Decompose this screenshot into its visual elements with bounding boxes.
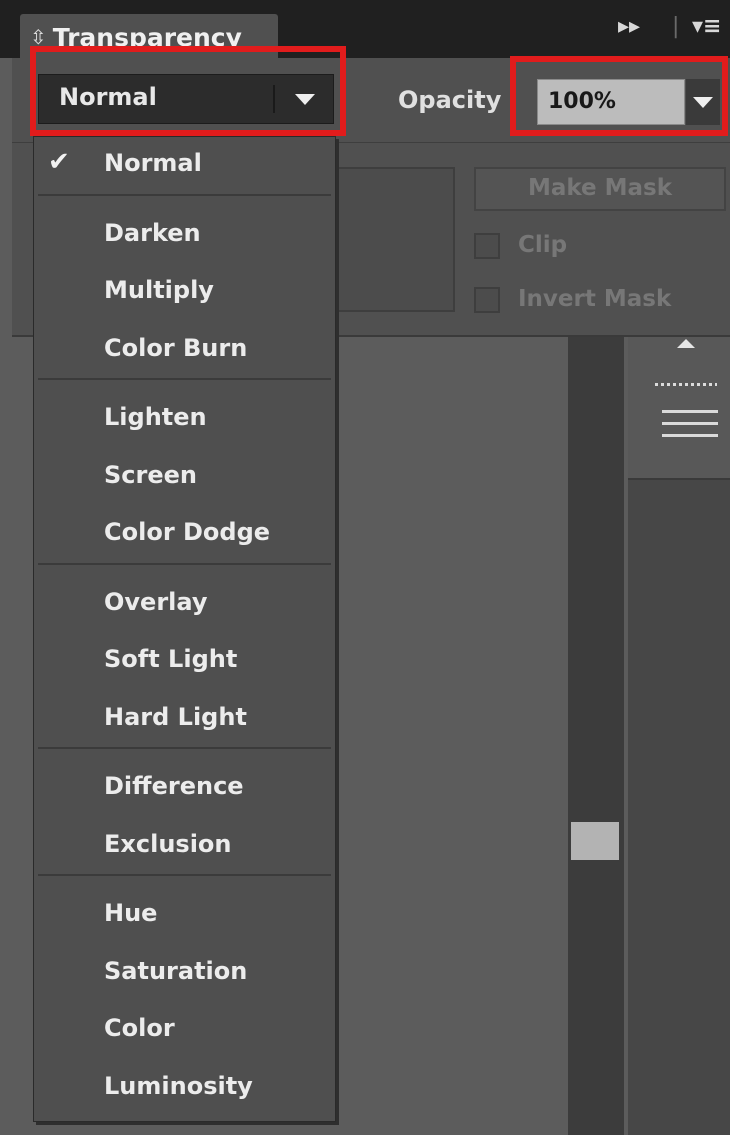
double-chevron-right-icon[interactable]: ▸▸ [618, 14, 640, 39]
menu-item-exclusion[interactable]: Exclusion [34, 818, 335, 874]
collapse-up-icon[interactable] [677, 339, 695, 348]
opacity-highlight [510, 56, 728, 136]
menu-item-label: Difference [104, 772, 244, 800]
menu-item-label: Overlay [104, 587, 208, 616]
menu-item-saturation[interactable]: Saturation [34, 945, 335, 1001]
menu-separator [38, 193, 331, 196]
menu-item-lighten[interactable]: Lighten [34, 391, 335, 447]
menu-item-screen[interactable]: Screen [34, 449, 335, 505]
grip-icon[interactable] [655, 383, 717, 386]
menu-item-label: Screen [104, 460, 197, 489]
blend-mode-highlight [30, 46, 346, 136]
menu-item-multiply[interactable]: Multiply [34, 264, 335, 320]
menu-item-luminosity[interactable]: Luminosity [34, 1060, 335, 1116]
panel-menu-icon[interactable]: ▾≡ [692, 14, 721, 39]
menu-separator [38, 378, 331, 380]
dock-header [628, 337, 730, 480]
menu-item-label: Saturation [104, 956, 248, 985]
header-divider: | [672, 14, 680, 39]
menu-item-difference[interactable]: Difference [34, 760, 335, 816]
scroll-track[interactable] [568, 337, 624, 1135]
menu-item-color-burn[interactable]: Color Burn [34, 322, 335, 378]
menu-item-normal[interactable]: ✔ Normal [34, 137, 335, 193]
blend-mode-menu: ✔ Normal Darken Multiply Color Burn Lighten Sc… [33, 136, 336, 1122]
menu-item-label: Color Dodge [104, 518, 271, 546]
menu-separator [38, 747, 331, 749]
menu-item-label: Soft Light [104, 645, 238, 673]
menu-item-label: Color [104, 1014, 175, 1042]
checkmark-icon: ✔ [48, 147, 70, 177]
menu-separator [38, 562, 331, 565]
menu-item-label: Hard Light [104, 702, 247, 731]
menu-item-darken[interactable]: Darken [34, 207, 335, 263]
menu-item-color[interactable]: Color [34, 1002, 335, 1058]
menu-item-color-dodge[interactable]: Color Dodge [34, 506, 335, 562]
menu-item-hue[interactable]: Hue [34, 887, 335, 943]
menu-item-label: Hue [104, 899, 158, 927]
clip-checkbox[interactable] [474, 233, 500, 259]
menu-item-soft-light[interactable]: Soft Light [34, 633, 335, 689]
menu-item-overlay[interactable]: Overlay [34, 576, 335, 632]
menu-item-hard-light[interactable]: Hard Light [34, 691, 335, 747]
make-mask-button[interactable]: Make Mask [474, 167, 726, 211]
menu-item-label: Normal [104, 149, 202, 177]
invert-mask-checkbox[interactable] [474, 287, 500, 313]
object-thumbnail[interactable] [330, 167, 455, 312]
menu-item-label: Multiply [104, 276, 214, 304]
opacity-label: Opacity [398, 86, 502, 114]
menu-separator [38, 874, 331, 876]
hamburger-icon[interactable] [662, 410, 718, 454]
clip-label: Clip [518, 232, 568, 258]
menu-item-label: Darken [104, 218, 201, 247]
invert-mask-label: Invert Mask [518, 286, 672, 312]
menu-item-label: Lighten [104, 403, 207, 431]
app-frame: ⇳ Transparency ▸▸ | ▾≡ Normal Opacity 10… [0, 0, 730, 1135]
menu-item-label: Color Burn [104, 333, 248, 362]
menu-item-label: Luminosity [104, 1071, 253, 1100]
menu-item-label: Exclusion [104, 829, 232, 858]
scroll-thumb[interactable] [571, 822, 619, 860]
